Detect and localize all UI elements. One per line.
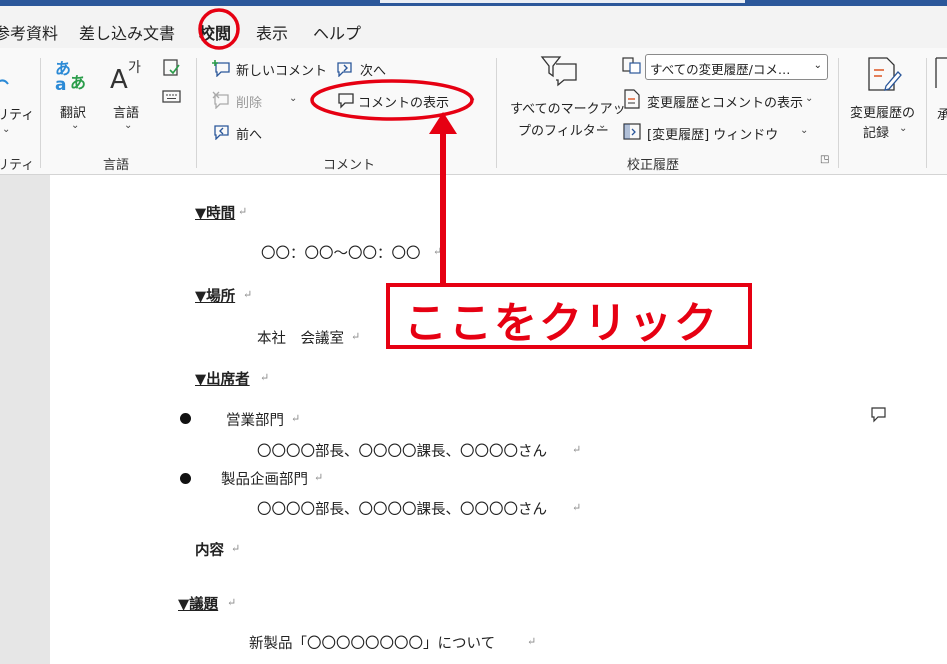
click-here-callout: ここをクリック (386, 283, 752, 349)
callout-text: ここをクリック (404, 299, 719, 349)
show-comments-highlight (310, 79, 474, 121)
review-tab-highlight (198, 8, 240, 50)
